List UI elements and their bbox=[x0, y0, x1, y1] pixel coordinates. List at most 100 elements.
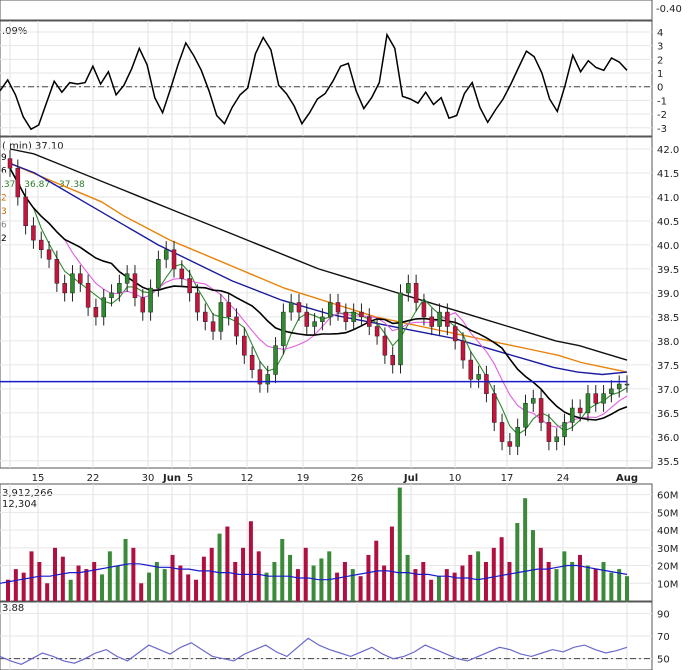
price-candle bbox=[234, 316, 239, 337]
x-tick-label-7: 26 bbox=[351, 473, 364, 484]
price-candle bbox=[327, 302, 333, 318]
x-tick-label-5: 12 bbox=[241, 473, 254, 484]
price-candle bbox=[343, 311, 349, 322]
volume-bar bbox=[68, 579, 73, 601]
rsi-tick-label-2: 50 bbox=[657, 655, 670, 666]
price-tick-label-4: 40.0 bbox=[657, 241, 679, 252]
price-legend-entry-3: 2 bbox=[1, 194, 7, 204]
volume-title: 3,912,266 bbox=[2, 488, 53, 499]
price-candle bbox=[140, 297, 146, 313]
price-candle bbox=[406, 283, 411, 294]
volume-bar bbox=[60, 556, 65, 601]
volume-bar bbox=[421, 562, 426, 601]
volume-bar bbox=[280, 538, 285, 601]
price-tick-label-1: 41.5 bbox=[657, 169, 679, 180]
volume-bar bbox=[625, 576, 629, 601]
price-candle bbox=[452, 326, 458, 342]
volume-bar bbox=[350, 569, 355, 601]
price-tick-label-0: 42.0 bbox=[657, 145, 679, 156]
price-candle bbox=[23, 196, 28, 226]
volume-bar bbox=[570, 562, 575, 601]
price-candle bbox=[390, 355, 395, 366]
price-candle bbox=[85, 283, 91, 308]
volume-bar bbox=[194, 579, 199, 601]
volume-bar bbox=[491, 547, 496, 601]
price-tick-label-7: 38.5 bbox=[657, 313, 679, 324]
price-candle bbox=[570, 407, 575, 423]
x-tick-label-1: 22 bbox=[87, 473, 100, 484]
volume-tick-label-2: 40M bbox=[657, 526, 678, 537]
volume-bar bbox=[609, 572, 614, 601]
price-candle bbox=[460, 340, 466, 361]
price-candle bbox=[523, 402, 528, 428]
price-candle bbox=[320, 316, 325, 322]
volume-bar bbox=[444, 569, 449, 601]
price-candle bbox=[312, 321, 317, 327]
volume-bar bbox=[13, 569, 18, 601]
price-candle bbox=[491, 393, 497, 423]
volume-bar bbox=[507, 562, 512, 601]
price-candle bbox=[296, 302, 302, 313]
oscillator-tick-label-7: -3 bbox=[657, 124, 667, 135]
price-candle bbox=[531, 398, 536, 404]
oscillator-tick-label-1: 3 bbox=[657, 42, 663, 53]
oscillator-tick-label-3: 1 bbox=[657, 69, 663, 80]
price-candle bbox=[117, 283, 122, 294]
price-legend-entry-5: 6 bbox=[1, 221, 7, 231]
price-candle bbox=[616, 383, 622, 390]
price-tick-label-2: 41.0 bbox=[657, 193, 679, 204]
volume-bar bbox=[209, 547, 214, 601]
x-tick-label-9: 10 bbox=[449, 473, 462, 484]
volume-bar bbox=[272, 562, 277, 601]
stock-chart: -0.40 .09% 43210-1-2-3 ( min) 37.10 96.3… bbox=[0, 0, 694, 670]
price-tick-label-8: 38.0 bbox=[657, 337, 679, 348]
price-tick-label-6: 39.0 bbox=[657, 289, 679, 300]
volume-bar bbox=[397, 487, 402, 601]
price-legend-entry-2: .37 - 36.87 - 37.38 bbox=[1, 180, 85, 190]
price-candle bbox=[577, 407, 583, 414]
oscillator-tick-label-4: 0 bbox=[657, 83, 663, 94]
price-candle bbox=[507, 441, 513, 447]
price-candle bbox=[601, 393, 606, 404]
x-tick-label-10: 17 bbox=[501, 473, 514, 484]
price-candle bbox=[546, 422, 552, 442]
volume-bar bbox=[538, 547, 543, 601]
volume-bar bbox=[233, 562, 238, 601]
volume-bar bbox=[225, 526, 230, 601]
volume-bar bbox=[499, 537, 504, 601]
price-candle bbox=[554, 436, 559, 442]
volume-bar bbox=[217, 533, 222, 601]
volume-bar bbox=[123, 538, 128, 601]
price-candle bbox=[163, 249, 169, 260]
volume-tick-label-5: 10M bbox=[657, 579, 678, 590]
volume-bar bbox=[554, 569, 559, 601]
volume-bar bbox=[295, 569, 300, 601]
price-tick-label-9: 37.5 bbox=[657, 361, 679, 372]
price-candle bbox=[203, 311, 208, 322]
oscillator-tick-label-6: -2 bbox=[657, 110, 667, 121]
price-candle bbox=[38, 239, 44, 250]
volume-bar bbox=[76, 565, 81, 601]
price-candle bbox=[78, 273, 83, 284]
price-candle bbox=[273, 345, 278, 375]
price-legend-entry-1: 6 bbox=[1, 167, 7, 177]
oscillator-tick-label-0: 4 bbox=[657, 28, 663, 39]
top-strip-tick-label: -0.40 bbox=[656, 4, 682, 15]
price-candle bbox=[351, 311, 356, 322]
oscillator-tick-label-5: -1 bbox=[657, 96, 667, 107]
price-candle bbox=[101, 297, 106, 318]
volume-bar bbox=[523, 498, 528, 601]
volume-bar bbox=[429, 579, 434, 601]
volume-bar bbox=[21, 572, 26, 601]
price-tick-label-11: 36.5 bbox=[657, 409, 679, 420]
price-candle bbox=[382, 335, 388, 356]
price-tick-label-13: 35.5 bbox=[657, 457, 679, 468]
price-candle bbox=[437, 311, 442, 327]
volume-bar bbox=[327, 551, 332, 601]
price-candle bbox=[562, 422, 567, 438]
price-candle bbox=[476, 374, 481, 380]
rsi-y-ticks: 90 70 50 bbox=[657, 609, 670, 665]
volume-bar bbox=[483, 562, 488, 601]
price-candle bbox=[413, 283, 419, 303]
volume-bar bbox=[107, 551, 112, 601]
